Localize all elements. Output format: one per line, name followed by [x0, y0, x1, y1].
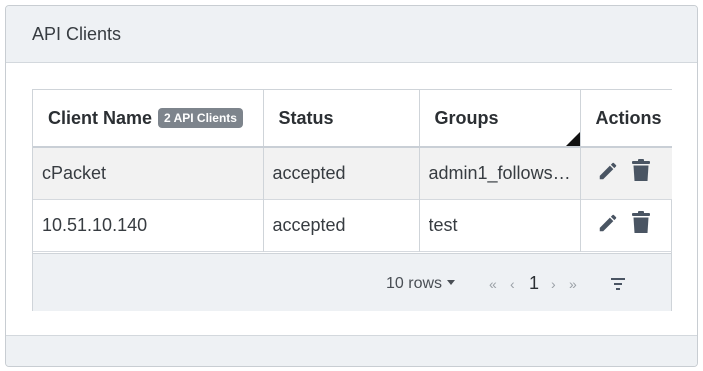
delete-button[interactable] — [631, 159, 651, 187]
rows-per-page-label: 10 rows — [386, 275, 443, 292]
edit-button[interactable] — [597, 160, 619, 187]
status-cell: accepted — [263, 147, 420, 199]
column-header-groups[interactable]: Groups — [419, 90, 581, 148]
table-header-row: Client Name 2 API Clients Status Groups A… — [33, 90, 672, 148]
column-header-actions: Actions — [580, 90, 672, 148]
groups-cell: test — [419, 199, 581, 251]
trash-icon — [631, 159, 650, 182]
clients-table: Client Name 2 API Clients Status Groups A… — [33, 90, 672, 252]
current-page-number[interactable]: 1 — [529, 273, 539, 294]
trash-icon — [631, 211, 650, 233]
caret-down-icon — [447, 280, 456, 285]
pencil-icon — [599, 214, 616, 231]
api-clients-card: API Clients Client Name 2 API Clients Sta… — [5, 5, 698, 367]
panel-title: API Clients — [32, 23, 122, 44]
groups-text: admin1_follows_admin2 — [428, 162, 575, 183]
pencil-icon — [599, 162, 616, 179]
client-count-badge: 2 API Clients — [158, 107, 243, 128]
table-row[interactable]: 10.51.10.140 accepted test — [33, 199, 672, 251]
client-name-label: Client Name — [48, 107, 153, 128]
actions-cell — [580, 147, 672, 199]
column-header-status[interactable]: Status — [263, 90, 420, 148]
column-header-client-name[interactable]: Client Name 2 API Clients — [33, 90, 264, 148]
previous-page-button[interactable]: ‹ — [510, 276, 515, 292]
next-page-button[interactable]: › — [551, 276, 556, 292]
table-row[interactable]: cPacket accepted admin1_follows_admin2 — [33, 147, 672, 199]
first-page-button[interactable]: « — [489, 276, 497, 292]
card-footer — [6, 335, 697, 366]
actions-label: Actions — [595, 107, 662, 128]
groups-cell: admin1_follows_admin2 — [419, 147, 581, 199]
clients-table-wrapper: Client Name 2 API Clients Status Groups A… — [32, 89, 672, 311]
status-label: Status — [278, 107, 334, 128]
filter-icon[interactable] — [610, 278, 626, 290]
actions-cell — [580, 199, 672, 251]
delete-button[interactable] — [631, 211, 651, 239]
last-page-button[interactable]: » — [569, 276, 577, 292]
edit-button[interactable] — [597, 212, 619, 239]
sort-indicator-icon[interactable] — [565, 132, 579, 145]
rows-per-page-select[interactable]: 10 rows — [386, 275, 456, 293]
groups-text: test — [428, 214, 458, 235]
client-name-cell: cPacket — [33, 147, 264, 199]
card-header: API Clients — [6, 6, 697, 63]
groups-label: Groups — [434, 107, 499, 128]
pagination-bar: 10 rows « ‹ 1 › » — [33, 253, 671, 311]
client-name-cell: 10.51.10.140 — [33, 199, 264, 251]
status-cell: accepted — [263, 199, 420, 251]
